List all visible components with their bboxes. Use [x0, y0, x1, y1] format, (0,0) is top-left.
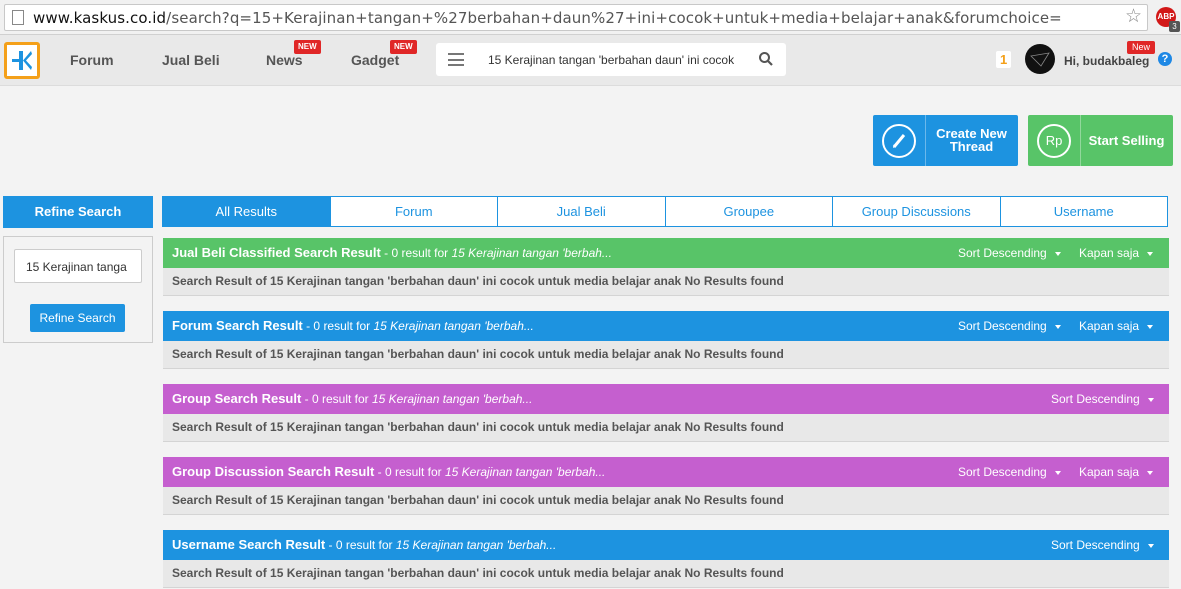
pencil-icon — [882, 124, 916, 158]
section-title: Jual Beli Classified Search Result - 0 r… — [172, 245, 612, 260]
sort-dropdown[interactable]: Sort Descending — [1051, 538, 1154, 552]
tab-forum[interactable]: Forum — [329, 196, 498, 227]
hamburger-menu-icon[interactable] — [448, 53, 464, 66]
chevron-down-icon — [1147, 397, 1154, 402]
create-new-thread-button[interactable]: Create New Thread — [873, 115, 1018, 166]
start-selling-button[interactable]: Rp Start Selling — [1028, 115, 1173, 166]
tab-group-discussions[interactable]: Group Discussions — [832, 196, 1001, 227]
chevron-down-icon — [1054, 324, 1061, 329]
group-result-section: Group Search Result - 0 result for 15 Ke… — [163, 384, 1169, 442]
section-title: Group Discussion Search Result - 0 resul… — [172, 464, 606, 479]
chevron-down-icon — [1147, 324, 1154, 329]
tab-username[interactable]: Username — [999, 196, 1168, 227]
time-dropdown[interactable]: Kapan saja — [1079, 246, 1154, 260]
refine-search-input[interactable]: 15 Kerajinan tanga — [14, 249, 142, 283]
site-header: Forum Jual Beli News NEW Gadget NEW 15 K… — [0, 35, 1181, 86]
browser-toolbar: www.kaskus.co.id/search?q=15+Kerajinan+t… — [0, 0, 1181, 35]
user-greeting[interactable]: Hi, budakbaleg — [1064, 54, 1149, 68]
start-selling-label: Start Selling — [1088, 133, 1165, 148]
nav-forum[interactable]: Forum — [70, 52, 114, 68]
news-new-badge: NEW — [294, 40, 321, 54]
refine-search-title: Refine Search — [3, 196, 153, 228]
refine-search-button[interactable]: Refine Search — [30, 304, 125, 332]
adblock-count: 3 — [1169, 21, 1180, 32]
time-dropdown[interactable]: Kapan saja — [1079, 465, 1154, 479]
chevron-down-icon — [1147, 251, 1154, 256]
chevron-down-icon — [1147, 470, 1154, 475]
gadget-new-badge: NEW — [390, 40, 417, 54]
section-title: Forum Search Result - 0 result for 15 Ke… — [172, 318, 534, 333]
section-header: Group Discussion Search Result - 0 resul… — [163, 457, 1169, 487]
kaskus-k-icon — [12, 51, 32, 70]
page-icon — [12, 10, 24, 25]
nav-jual-beli[interactable]: Jual Beli — [162, 52, 220, 68]
section-title: Username Search Result - 0 result for 15… — [172, 537, 557, 552]
sort-dropdown[interactable]: Sort Descending — [958, 246, 1061, 260]
chevron-down-icon — [1054, 251, 1061, 256]
section-title: Group Search Result - 0 result for 15 Ke… — [172, 391, 533, 406]
create-thread-label: Create New Thread — [936, 126, 1007, 154]
url-text[interactable]: www.kaskus.co.id/search?q=15+Kerajinan+t… — [33, 9, 1062, 27]
section-message: Search Result of 15 Kerajinan tangan 'be… — [163, 414, 1169, 442]
tab-all-results[interactable]: All Results — [162, 196, 331, 227]
avatar[interactable] — [1025, 44, 1055, 74]
address-bar[interactable]: www.kaskus.co.id/search?q=15+Kerajinan+t… — [4, 4, 1148, 31]
user-new-badge: New — [1127, 41, 1156, 54]
help-icon[interactable]: ? — [1158, 52, 1172, 66]
search-icon[interactable] — [758, 51, 774, 67]
sort-dropdown[interactable]: Sort Descending — [958, 319, 1061, 333]
group-discussion-result-section: Group Discussion Search Result - 0 resul… — [163, 457, 1169, 515]
result-tabs: All Results Forum Jual Beli Groupee Grou… — [162, 196, 1168, 227]
search-input[interactable]: 15 Kerajinan tangan 'berbahan daun' ini … — [488, 53, 738, 67]
username-result-section: Username Search Result - 0 result for 15… — [163, 530, 1169, 588]
section-header: Username Search Result - 0 result for 15… — [163, 530, 1169, 560]
section-message: Search Result of 15 Kerajinan tangan 'be… — [163, 268, 1169, 296]
tab-groupee[interactable]: Groupee — [664, 196, 833, 227]
sort-dropdown[interactable]: Sort Descending — [958, 465, 1061, 479]
nav-gadget[interactable]: Gadget — [351, 52, 399, 68]
forum-result-section: Forum Search Result - 0 result for 15 Ke… — [163, 311, 1169, 369]
chevron-down-icon — [1147, 543, 1154, 548]
jual-beli-result-section: Jual Beli Classified Search Result - 0 r… — [163, 238, 1169, 296]
refine-panel: 15 Kerajinan tanga Refine Search — [3, 236, 153, 343]
kaskus-logo[interactable] — [4, 42, 40, 79]
avatar-image — [1030, 52, 1050, 67]
time-dropdown[interactable]: Kapan saja — [1079, 319, 1154, 333]
notification-count[interactable]: 1 — [996, 51, 1012, 68]
tab-jual-beli[interactable]: Jual Beli — [497, 196, 666, 227]
nav-news[interactable]: News — [266, 52, 303, 68]
section-header: Jual Beli Classified Search Result - 0 r… — [163, 238, 1169, 268]
section-message: Search Result of 15 Kerajinan tangan 'be… — [163, 560, 1169, 588]
section-header: Group Search Result - 0 result for 15 Ke… — [163, 384, 1169, 414]
sort-dropdown[interactable]: Sort Descending — [1051, 392, 1154, 406]
bookmark-star-icon[interactable]: ☆ — [1125, 7, 1142, 27]
section-message: Search Result of 15 Kerajinan tangan 'be… — [163, 341, 1169, 369]
search-bar: 15 Kerajinan tangan 'berbahan daun' ini … — [436, 43, 786, 76]
section-header: Forum Search Result - 0 result for 15 Ke… — [163, 311, 1169, 341]
chevron-down-icon — [1054, 470, 1061, 475]
section-message: Search Result of 15 Kerajinan tangan 'be… — [163, 487, 1169, 515]
rupiah-icon: Rp — [1037, 124, 1071, 158]
